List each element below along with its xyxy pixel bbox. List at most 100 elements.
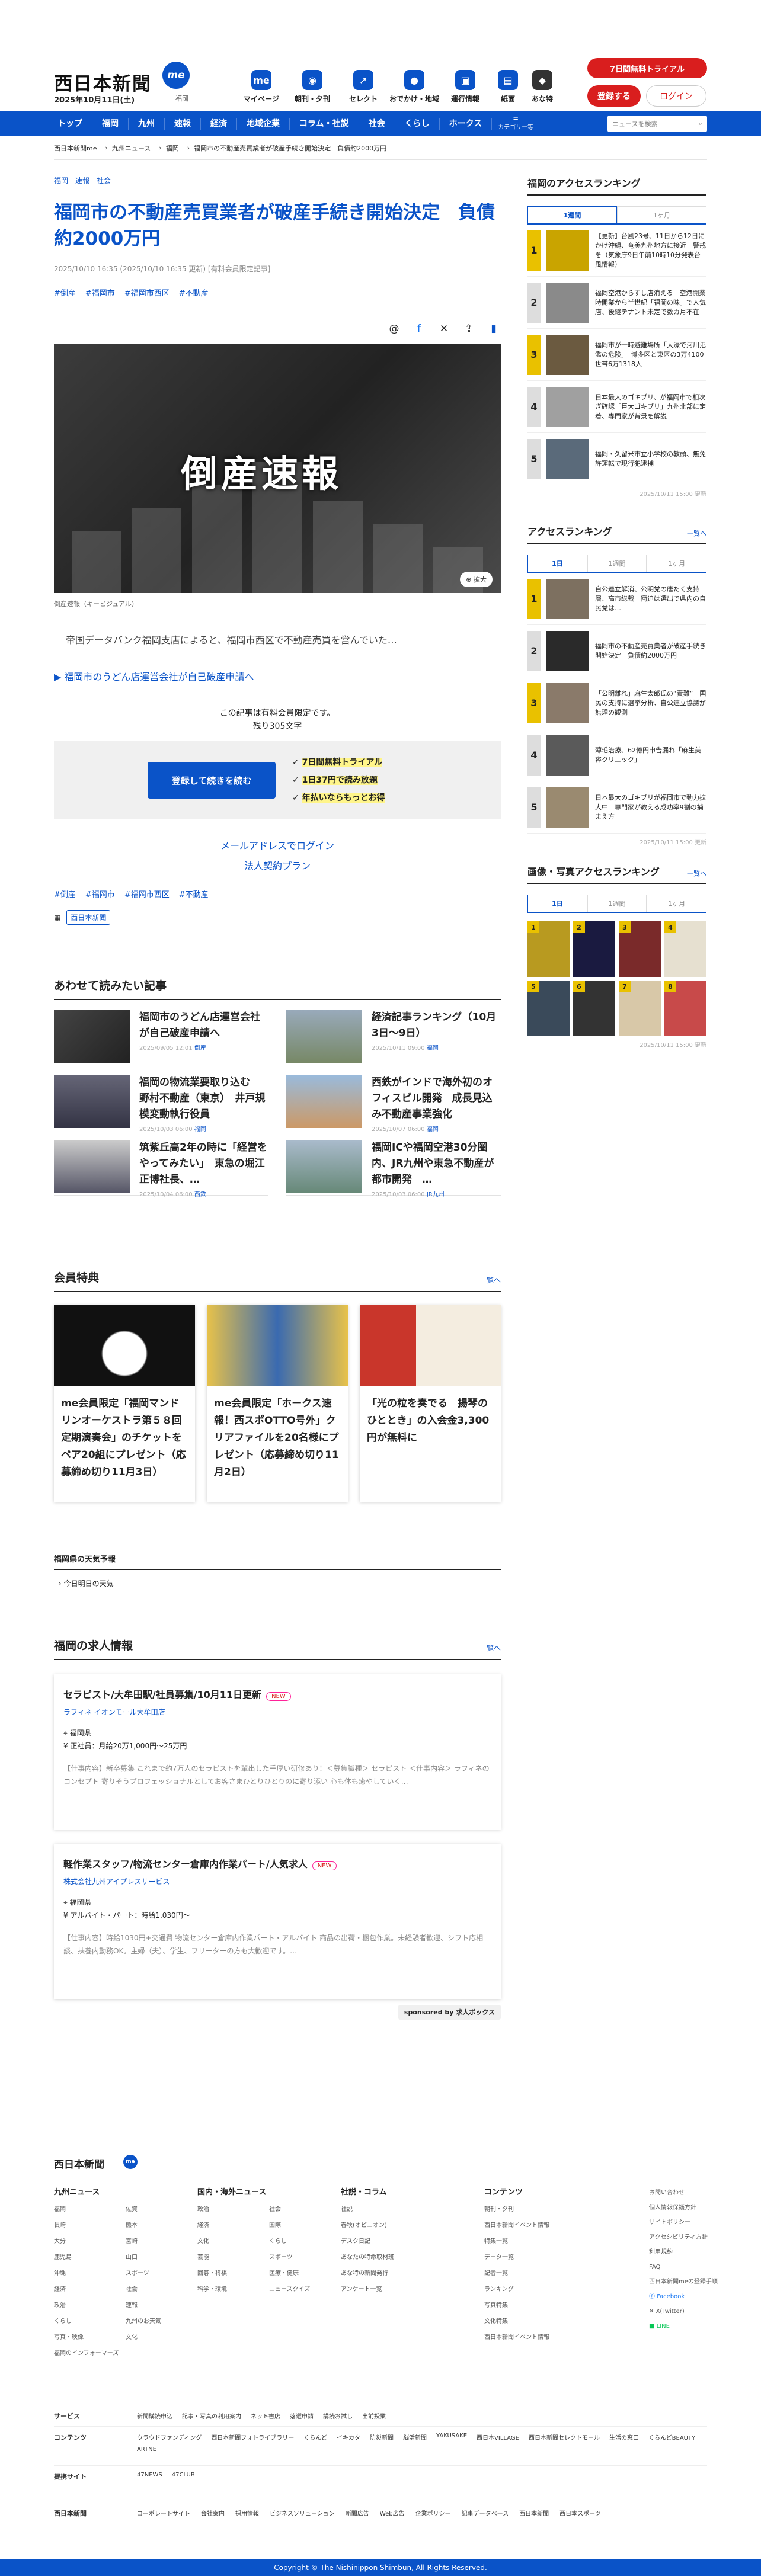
footer-link[interactable]: 47CLUB bbox=[172, 2472, 195, 2481]
footer-link[interactable]: YAKUSAKE bbox=[436, 2433, 467, 2442]
mypage-link[interactable]: me マイページ bbox=[236, 70, 287, 104]
nav-item[interactable]: ホークス bbox=[440, 118, 493, 130]
nav-item[interactable]: 九州 bbox=[129, 118, 165, 130]
anatoku-link[interactable]: ◆ あな特 bbox=[525, 70, 559, 104]
job-card[interactable]: 軽作業スタッフ/物流センター倉庫内作業パート/人気求人 NEW 株式会社九州アイプ… bbox=[54, 1844, 501, 1999]
more-link[interactable]: 一覧へ bbox=[479, 1275, 501, 1285]
footer-link[interactable]: 佐賀 bbox=[126, 2204, 197, 2213]
footer-link[interactable]: 西日本新聞イベント情報 bbox=[484, 2332, 628, 2341]
footer-link[interactable]: 科学・環境 bbox=[197, 2284, 269, 2293]
footer-link[interactable]: 囲碁・将棋 bbox=[197, 2268, 269, 2277]
footer-link[interactable]: 記事・写真の利用案内 bbox=[182, 2411, 241, 2421]
list-item[interactable]: 筑紫丘高2年の時に「経営をやってみたい」 東急の堀江正博社長、… 2025/10/… bbox=[54, 1130, 268, 1198]
list-item[interactable]: 3 福岡市が一時避難場所「大濠で河川氾濫の危険」 博多区と東区の3万4100世帯6… bbox=[527, 329, 706, 381]
list-item[interactable]: 福岡の物流業要取り込む 野村不動産（東京） 井戸規模変動執行役員 2025/10/… bbox=[54, 1065, 268, 1133]
site-logo[interactable]: 西日本新聞 bbox=[54, 69, 152, 95]
footer-link[interactable]: ウラウドファンディング bbox=[137, 2433, 202, 2442]
list-item[interactable]: 5 日本最大のゴキブリが福岡市で動力拡大中 専門家が教える成功率9割の捕まえ方 bbox=[527, 781, 706, 834]
footer-link[interactable]: イキカタ bbox=[337, 2433, 360, 2442]
local-link[interactable]: ● おでかけ・地域 bbox=[389, 70, 440, 104]
list-item[interactable]: 福岡市のうどん店運営会社が自己破産申請へ 2025/09/05 12:01 倒産 bbox=[54, 1000, 268, 1065]
footer-link[interactable]: 熊本 bbox=[126, 2220, 197, 2229]
x-link[interactable]: ✕ X(Twitter) bbox=[649, 2304, 718, 2319]
footer-link[interactable]: ランキング bbox=[484, 2284, 628, 2293]
region-label[interactable]: 福岡 bbox=[175, 94, 188, 103]
footer-link[interactable]: 生活の窓口 bbox=[609, 2433, 639, 2442]
footer-link[interactable]: ビジネスソリューション bbox=[270, 2508, 335, 2518]
footer-link[interactable]: アンケート一覧 bbox=[341, 2284, 484, 2293]
footer-link[interactable]: 鹿児島 bbox=[54, 2252, 126, 2261]
footer-link[interactable]: ニュースクイズ bbox=[269, 2284, 341, 2293]
nav-item[interactable]: くらし bbox=[395, 118, 440, 130]
footer-link[interactable]: くらんど bbox=[303, 2433, 327, 2442]
list-item[interactable]: 経済記事ランキング（10月3日～9日） 2025/10/11 09:00 福岡 bbox=[286, 1000, 501, 1065]
benefit-card[interactable]: 「光の粒を奏でる 揚琴のひととき」の入会金3,300円が無料に bbox=[360, 1305, 501, 1502]
threads-icon[interactable]: @ bbox=[387, 322, 401, 336]
list-item[interactable]: 1 自公連立解消、公明党の唐たく支持層、高市総裁 衝迫は選出で県内の自民党は… bbox=[527, 573, 706, 625]
footer-link[interactable]: 写真特集 bbox=[484, 2300, 628, 2309]
list-item[interactable]: 西鉄がインドで海外初のオフィスビル開発 成長見込み不動産事業強化 2025/10/… bbox=[286, 1065, 501, 1133]
list-item[interactable]: 4 薄毛治療、62億円申告漏れ「麻生美容クリニック」 bbox=[527, 729, 706, 781]
enlarge-button[interactable]: ⊕ 拡大 bbox=[460, 572, 493, 587]
footer-link[interactable]: 九州のお天気 bbox=[126, 2316, 197, 2325]
weather-link[interactable]: › 今日明日の天気 bbox=[54, 1570, 501, 1588]
search-input[interactable]: ニュースを検索 ⌕ bbox=[607, 116, 707, 132]
nav-item[interactable]: コラム・社説 bbox=[290, 118, 359, 130]
footer-link[interactable]: 新聞購読申込 bbox=[137, 2411, 172, 2421]
facebook-icon[interactable]: f bbox=[412, 322, 426, 336]
footer-link[interactable]: 長崎 bbox=[54, 2220, 126, 2229]
footer-link[interactable]: 出前授業 bbox=[362, 2411, 386, 2421]
footer-link[interactable]: 西日本スポーツ bbox=[559, 2508, 601, 2518]
footer-link[interactable]: 記事データベース bbox=[462, 2508, 509, 2518]
footer-link[interactable]: 国際 bbox=[269, 2220, 341, 2229]
footer-link[interactable]: 医療・健康 bbox=[269, 2268, 341, 2277]
list-item[interactable]: 4 日本最大のゴキブリ、が福岡市で相次ぎ確認「巨大ゴキブリ」九州北部に定着、専門家… bbox=[527, 381, 706, 433]
footer-link[interactable]: デスク日記 bbox=[341, 2236, 484, 2245]
footer-link[interactable]: 経済 bbox=[197, 2220, 269, 2229]
footer-link[interactable]: 西日本新聞セレクトモール bbox=[529, 2433, 600, 2442]
footer-link[interactable]: 社会 bbox=[126, 2284, 197, 2293]
footer-link[interactable]: あな特の新聞発行 bbox=[341, 2268, 484, 2277]
list-item[interactable]: 3 「公明離れ」麻生太郎氏の“責難” 国民の支持に選挙分析、自公連立協議が無理の観… bbox=[527, 677, 706, 729]
footer-link[interactable]: 写真・映像 bbox=[54, 2332, 126, 2341]
footer-link[interactable]: スポーツ bbox=[126, 2268, 197, 2277]
category-menu[interactable]: ☰ カテゴリー等 bbox=[492, 116, 539, 132]
related-link[interactable]: ▶ 福岡市のうどん店運営会社が自己破産申請へ bbox=[54, 669, 501, 683]
line-link[interactable]: ■ LINE bbox=[649, 2319, 718, 2334]
footer-link[interactable]: 経済 bbox=[54, 2284, 126, 2293]
footer-link[interactable]: 会社案内 bbox=[201, 2508, 225, 2518]
footer-link[interactable]: 落選申請 bbox=[290, 2411, 314, 2421]
footer-link[interactable]: 西日本新聞フォトライブラリー bbox=[211, 2433, 294, 2442]
footer-link[interactable]: くらし bbox=[54, 2316, 126, 2325]
footer-link[interactable]: ARTNE bbox=[137, 2446, 156, 2453]
footer-link[interactable]: 文化 bbox=[126, 2332, 197, 2341]
footer-link[interactable]: 芸能 bbox=[197, 2252, 269, 2261]
footer-link[interactable]: 記者一覧 bbox=[484, 2268, 628, 2277]
footer-link[interactable]: あなたの特命取材班 bbox=[341, 2252, 484, 2261]
footer-link[interactable]: ネット書店 bbox=[251, 2411, 280, 2421]
footer-link[interactable]: 新聞広告 bbox=[346, 2508, 369, 2518]
list-item[interactable]: 5 福岡・久留米市立小学校の教頭、無免許運転で現行犯逮捕 bbox=[527, 433, 706, 485]
list-item[interactable]: 福岡ICや福岡空港30分圏内、JR九州や東急不動産が都市開発 … 2025/10/… bbox=[286, 1130, 501, 1198]
footer-link[interactable]: 政治 bbox=[54, 2300, 126, 2309]
footer-link[interactable]: 西日本新聞 bbox=[519, 2508, 549, 2518]
footer-link[interactable]: 朝刊・夕刊 bbox=[484, 2204, 628, 2213]
footer-link[interactable]: 47NEWS bbox=[137, 2472, 162, 2481]
footer-link[interactable]: 防災新聞 bbox=[370, 2433, 394, 2442]
job-card[interactable]: セラピスト/大牟田駅/社員募集/10月11日更新 NEW ラフィネ イオンモール大… bbox=[54, 1674, 501, 1830]
footer-link[interactable]: 政治 bbox=[197, 2204, 269, 2213]
footer-link[interactable]: 採用情報 bbox=[235, 2508, 259, 2518]
footer-link[interactable]: 文化 bbox=[197, 2236, 269, 2245]
more-link[interactable]: 一覧へ bbox=[479, 1643, 501, 1653]
footer-link[interactable]: 社会 bbox=[269, 2204, 341, 2213]
footer-link[interactable]: くらし bbox=[269, 2236, 341, 2245]
paper-link[interactable]: ◉ 朝刊・夕刊 bbox=[287, 70, 338, 104]
footer-link[interactable]: Web広告 bbox=[380, 2508, 405, 2518]
footer-link[interactable]: 速報 bbox=[126, 2300, 197, 2309]
nav-item[interactable]: 経済 bbox=[201, 118, 237, 130]
list-item[interactable]: 1 【更新】台風23号、11日から12日にかけ沖縄、奄美九州地方に接近 警戒を（気… bbox=[527, 225, 706, 277]
nav-item[interactable]: トップ bbox=[54, 118, 92, 130]
select-link[interactable]: ➚ セレクト bbox=[338, 70, 389, 104]
nav-item[interactable]: 地域企業 bbox=[237, 118, 290, 130]
footer-link[interactable]: くらんどBEAUTY bbox=[648, 2433, 695, 2442]
